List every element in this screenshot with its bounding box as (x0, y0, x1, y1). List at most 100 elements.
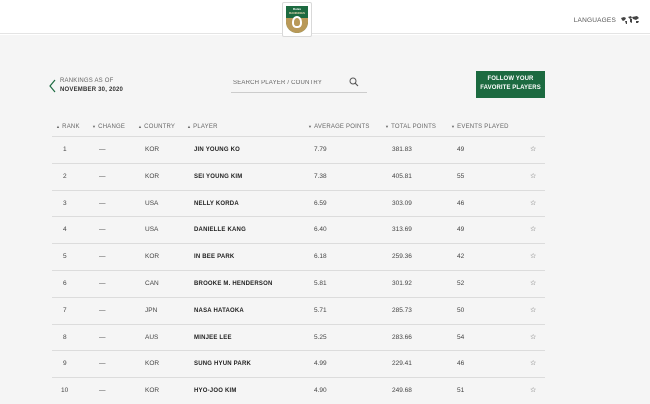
country-cell: KOR (145, 253, 160, 261)
player-name[interactable]: JIN YOUNG KO (194, 147, 240, 153)
sort-arrow-icon: ▼ (385, 124, 390, 129)
star-outline-icon[interactable]: ☆ (530, 279, 536, 287)
country-cell: AUS (145, 333, 159, 341)
follow-favorite-players-button[interactable]: FOLLOW YOUR FAVORITE PLAYERS (476, 71, 545, 98)
chevron-left-icon[interactable] (48, 79, 58, 93)
star-outline-icon[interactable]: ☆ (530, 199, 536, 207)
change-cell: — (99, 279, 106, 287)
events-played-cell: 50 (457, 306, 465, 314)
rank-cell: 6 (63, 279, 67, 287)
table-row[interactable]: 1 — KOR JIN YOUNG KO 7.79 381.83 49 ☆ (52, 136, 545, 163)
languages-menu[interactable]: LANGUAGES (574, 15, 640, 25)
country-cell: KOR (145, 360, 160, 368)
country-cell: CAN (145, 279, 159, 287)
table-row[interactable]: 7 — JPN NASA HATAOKA 5.71 285.73 50 ☆ (52, 296, 545, 324)
follow-button-line1: FOLLOW YOUR (487, 76, 534, 82)
star-outline-icon[interactable]: ☆ (530, 386, 536, 394)
table-row[interactable]: 2 — KOR SEI YOUNG KIM 7.38 405.81 55 ☆ (52, 162, 545, 190)
player-name[interactable]: NELLY KORDA (194, 201, 239, 207)
events-played-cell: 55 (457, 172, 465, 180)
table-row[interactable]: 8 — AUS MINJEE LEE 5.25 283.66 54 ☆ (52, 323, 545, 351)
rank-cell: 5 (63, 253, 67, 261)
total-points-cell: 285.73 (392, 306, 412, 314)
rankings-page: RANKINGS AS OF NOVEMBER 30, 2020 FOLLOW … (0, 35, 650, 404)
average-points-cell: 6.59 (314, 199, 327, 207)
rank-cell: 2 (63, 172, 67, 180)
table-row[interactable]: 9 — KOR SUNG HYUN PARK 4.99 229.41 46 ☆ (52, 350, 545, 377)
table-row[interactable]: 10 — KOR HYO-JOO KIM 4.90 249.68 51 ☆ (52, 377, 545, 404)
country-cell: USA (145, 226, 159, 234)
average-points-cell: 4.90 (314, 387, 327, 395)
column-header-average-points[interactable]: ▼ AVERAGE POINTS (308, 124, 370, 130)
country-cell: KOR (145, 172, 160, 180)
country-cell: USA (145, 199, 159, 207)
rank-cell: 10 (61, 387, 69, 395)
follow-button-line2: FAVORITE PLAYERS (480, 85, 541, 91)
change-cell: — (99, 360, 106, 368)
rank-cell: 1 (63, 146, 67, 153)
sort-arrow-icon: ▼ (308, 124, 313, 129)
star-outline-icon[interactable]: ☆ (530, 359, 536, 367)
star-outline-icon[interactable]: ☆ (530, 333, 536, 341)
average-points-cell: 5.25 (314, 333, 327, 341)
total-points-cell: 229.41 (392, 360, 412, 368)
column-header-events-played[interactable]: ▼ EVENTS PLAYED (451, 124, 509, 130)
change-cell: — (99, 333, 106, 341)
star-outline-icon[interactable]: ☆ (530, 306, 536, 314)
column-header-rank[interactable]: ▲ RANK (56, 124, 80, 130)
player-name[interactable]: BROOKE M. HENDERSON (194, 281, 272, 287)
star-outline-icon[interactable]: ☆ (530, 145, 536, 153)
player-name[interactable]: NASA HATAOKA (194, 308, 244, 314)
column-header-country[interactable]: ▲ COUNTRY (138, 124, 175, 130)
total-points-cell: 313.69 (392, 226, 412, 234)
table-row[interactable]: 6 — CAN BROOKE M. HENDERSON 5.81 301.92 … (52, 269, 545, 297)
column-header-player[interactable]: ▲ PLAYER (187, 124, 218, 130)
change-cell: — (99, 146, 106, 153)
rolex-rankings-logo[interactable]: Rolex RANKINGS (282, 2, 312, 37)
search-input[interactable] (233, 80, 343, 86)
player-name[interactable]: DANIELLE KANG (194, 227, 246, 233)
languages-label: LANGUAGES (573, 16, 616, 24)
total-points-cell: 249.68 (392, 387, 412, 395)
change-cell: — (99, 226, 106, 234)
column-header-total-points[interactable]: ▼ TOTAL POINTS (385, 124, 436, 130)
average-points-cell: 7.38 (314, 172, 327, 180)
sort-arrow-icon: ▼ (451, 124, 456, 129)
table-header: ▲ RANK ▼ CHANGE ▲ COUNTRY ▲ PLAYER ▼ AVERAGE … (52, 118, 545, 136)
events-played-cell: 52 (457, 279, 465, 287)
player-name[interactable]: SEI YOUNG KIM (194, 174, 243, 180)
change-cell: — (99, 253, 106, 261)
rankings-as-of-date: NOVEMBER 30, 2020 (60, 87, 124, 93)
search-box (231, 75, 367, 93)
rank-cell: 9 (63, 360, 67, 368)
sort-arrow-icon: ▲ (138, 124, 143, 129)
change-cell: — (99, 387, 106, 395)
average-points-cell: 5.81 (314, 279, 327, 287)
average-points-cell: 4.99 (314, 360, 327, 368)
column-header-change[interactable]: ▼ CHANGE (92, 124, 125, 130)
total-points-cell: 303.09 (392, 199, 412, 207)
rankings-as-of-label: RANKINGS AS OF (60, 78, 114, 84)
player-name[interactable]: MINJEE LEE (194, 335, 232, 341)
player-name[interactable]: SUNG HYUN PARK (194, 361, 251, 367)
player-name[interactable]: HYO-JOO KIM (194, 388, 237, 394)
change-cell: — (99, 199, 106, 207)
country-cell: KOR (145, 146, 160, 153)
star-outline-icon[interactable]: ☆ (530, 225, 536, 233)
events-played-cell: 49 (457, 226, 465, 234)
star-outline-icon[interactable]: ☆ (530, 172, 536, 180)
events-played-cell: 42 (457, 253, 465, 261)
search-icon[interactable] (349, 77, 359, 87)
rank-cell: 4 (63, 226, 67, 234)
total-points-cell: 283.66 (392, 333, 412, 341)
table-row[interactable]: 4 — USA DANIELLE KANG 6.40 313.69 49 ☆ (52, 216, 545, 243)
world-map-icon (621, 16, 639, 24)
total-points-cell: 259.36 (392, 253, 412, 261)
change-cell: — (99, 306, 106, 314)
star-outline-icon[interactable]: ☆ (530, 252, 536, 260)
total-points-cell: 405.81 (392, 172, 412, 180)
table-row[interactable]: 3 — USA NELLY KORDA 6.59 303.09 46 ☆ (52, 189, 545, 217)
table-row[interactable]: 5 — KOR IN BEE PARK 6.18 259.36 42 ☆ (52, 243, 545, 270)
events-played-cell: 46 (457, 199, 465, 207)
player-name[interactable]: IN BEE PARK (194, 254, 234, 260)
